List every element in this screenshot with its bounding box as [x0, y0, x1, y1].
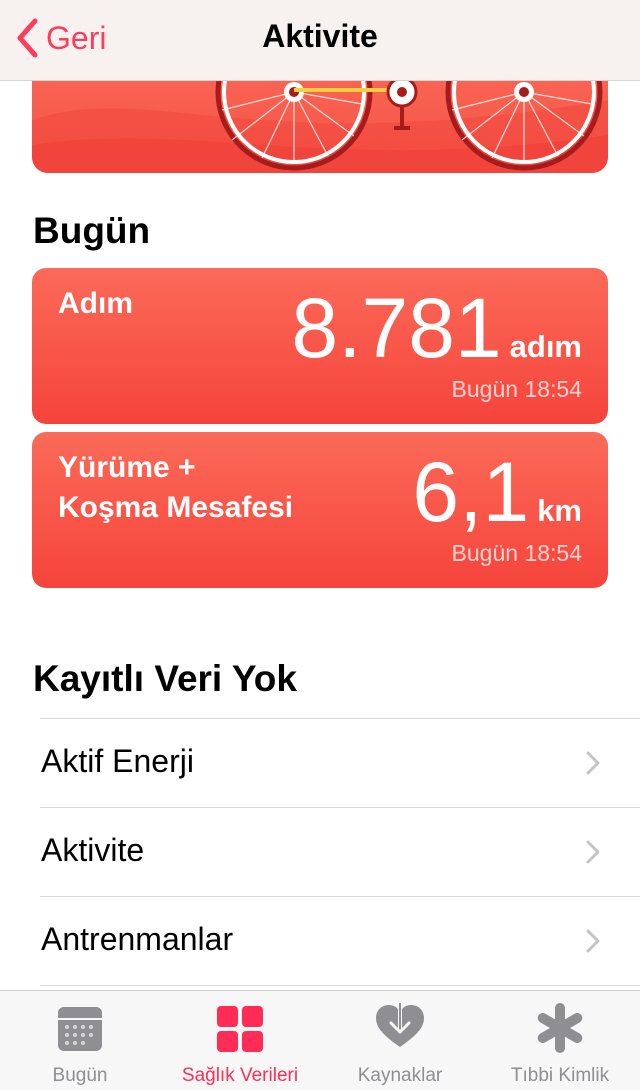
list-item-activity[interactable]: Aktivite [40, 807, 640, 896]
card-value: 6,1 [412, 445, 530, 539]
tab-today[interactable]: Bugün [0, 991, 160, 1090]
tab-medical-id[interactable]: Tıbbi Kimlik [480, 991, 640, 1090]
card-label: Yürüme + Koşma Mesafesi [58, 451, 294, 524]
list-item-workouts[interactable]: Antrenmanlar [40, 896, 640, 986]
card-timestamp: Bugün 18:54 [451, 376, 582, 402]
card-timestamp: Bugün 18:54 [451, 540, 582, 566]
list-item-label: Antrenmanlar [41, 921, 234, 957]
card-unit: km [537, 493, 582, 528]
walking-running-distance-card[interactable]: Yürüme + Koşma Mesafesi 6,1 km Bugün 18:… [32, 432, 608, 588]
tab-label: Kaynaklar [357, 1065, 443, 1086]
list-item-label: Aktivite [41, 832, 145, 868]
card-value: 8.781 [291, 281, 502, 375]
tab-label: Tıbbi Kimlik [510, 1065, 610, 1086]
calendar-icon [58, 1007, 102, 1051]
navigation-bar: Geri Aktivite [0, 0, 640, 81]
card-value-row: 6,1 km [412, 444, 582, 540]
tab-bar: Bugün Sağlık Verileri Kaynaklar Tıbbi Ki… [0, 990, 640, 1090]
list-item-label: Aktif Enerji [41, 743, 194, 779]
steps-card[interactable]: Adım 8.781 adım Bugün 18:54 [32, 268, 608, 424]
heart-download-icon [376, 1003, 424, 1047]
list-item-active-energy[interactable]: Aktif Enerji [40, 718, 640, 807]
tab-health-data[interactable]: Sağlık Verileri [160, 991, 320, 1090]
no-data-list: Aktif Enerji Aktivite Antrenmanlar [0, 718, 640, 986]
card-unit: adım [509, 329, 582, 364]
chevron-right-icon [586, 929, 600, 953]
chevron-right-icon [586, 840, 600, 864]
tab-label: Bugün [52, 1065, 108, 1086]
tab-sources[interactable]: Kaynaklar [320, 991, 480, 1090]
card-value-row: 8.781 adım [291, 280, 582, 376]
section-title-today: Bugün [33, 210, 151, 251]
chevron-right-icon [586, 751, 600, 775]
grid-icon [217, 1006, 263, 1052]
tab-label: Sağlık Verileri [181, 1065, 299, 1086]
asterisk-icon [537, 1003, 583, 1053]
page-title: Aktivite [262, 18, 378, 54]
section-title-no-data: Kayıtlı Veri Yok [33, 658, 297, 699]
